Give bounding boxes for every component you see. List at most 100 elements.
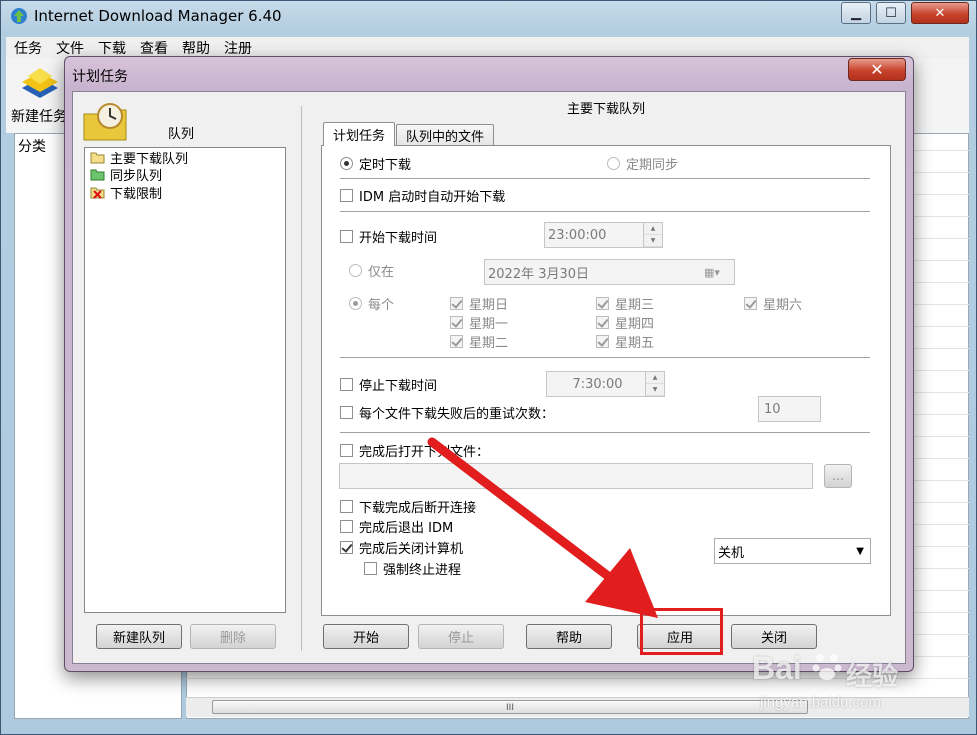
start-time-spinner[interactable]: 23:00:00 ▲ ▼ — [544, 222, 663, 248]
idm-app-icon — [11, 8, 27, 24]
one-time-option[interactable]: 定时下载 — [340, 155, 412, 173]
queue-item-label: 下载限制 — [110, 187, 163, 202]
periodic-sync-radio[interactable] — [607, 156, 620, 170]
maximize-button[interactable]: ☐ — [876, 2, 906, 24]
day-checkbox[interactable] — [744, 296, 757, 310]
stop-time-label: 停止下载时间 — [359, 378, 438, 394]
every-radio[interactable] — [349, 296, 362, 310]
day-label: 星期一 — [469, 316, 509, 332]
tab-files-in-queue[interactable]: 队列中的文件 — [396, 124, 494, 146]
menu-task[interactable]: 任务 — [14, 38, 42, 58]
start-on-startup-option[interactable]: IDM 启动时自动开始下载 — [340, 187, 506, 205]
one-time-radio[interactable] — [340, 156, 353, 170]
menu-view[interactable]: 查看 — [140, 38, 168, 58]
day-sun[interactable]: 星期日 — [450, 295, 509, 313]
day-checkbox[interactable] — [450, 334, 463, 348]
queue-item-limit[interactable]: 下载限制 — [90, 184, 163, 202]
calendar-dropdown-icon[interactable]: ▦▾ — [704, 266, 734, 279]
day-checkbox[interactable] — [596, 315, 609, 329]
category-header: 分类 — [18, 139, 46, 155]
new-queue-button[interactable]: 新建队列 — [96, 624, 182, 649]
minimize-button[interactable]: ▁ — [841, 2, 871, 24]
retry-count-value: 10 — [764, 401, 781, 417]
sync-folder-icon — [90, 169, 105, 181]
day-tue[interactable]: 星期二 — [450, 333, 508, 351]
tab-schedule[interactable]: 计划任务 — [323, 122, 395, 146]
window-close-button[interactable]: ✕ — [911, 2, 969, 24]
window-title: Internet Download Manager 6.40 — [34, 7, 282, 25]
queue-list[interactable] — [84, 147, 286, 613]
folder-x-icon — [90, 187, 105, 199]
open-file-checkbox[interactable] — [340, 443, 353, 457]
delete-queue-button[interactable]: 删除 — [190, 624, 276, 649]
retry-count-input[interactable]: 10 — [758, 396, 821, 422]
shutdown-checkbox[interactable] — [340, 540, 353, 554]
stop-time-value: 7:30:00 — [572, 376, 623, 392]
folder-icon — [90, 152, 105, 164]
new-task-label[interactable]: 新建任务 — [11, 106, 67, 126]
start-button[interactable]: 开始 — [323, 624, 409, 649]
separator — [340, 178, 870, 179]
close-button[interactable]: 关闭 — [731, 624, 817, 649]
only-on-radio[interactable] — [349, 263, 362, 277]
close-icon: ✕ — [934, 5, 946, 21]
new-task-icon[interactable] — [18, 64, 62, 104]
start-time-value: 23:00:00 — [548, 227, 607, 243]
spinner-arrows[interactable]: ▲ ▼ — [643, 223, 662, 247]
day-fri[interactable]: 星期五 — [596, 333, 655, 351]
annotation-arrow — [427, 437, 658, 618]
spinner-arrows[interactable]: ▲ ▼ — [645, 372, 664, 396]
day-label: 星期四 — [615, 316, 655, 332]
date-value: 2022年 3月30日 — [488, 266, 590, 282]
retry-option[interactable]: 每个文件下载失败后的重试次数： — [340, 404, 555, 422]
periodic-sync-label: 定期同步 — [626, 157, 679, 173]
day-label: 星期六 — [763, 297, 803, 313]
day-label: 星期五 — [615, 335, 655, 351]
maximize-icon: ☐ — [885, 5, 897, 21]
stop-time-option[interactable]: 停止下载时间 — [340, 376, 438, 394]
retry-checkbox[interactable] — [340, 405, 353, 419]
day-sat[interactable]: 星期六 — [744, 295, 803, 313]
day-checkbox[interactable] — [450, 296, 463, 310]
date-picker[interactable]: 2022年 3月30日 ▦▾ — [484, 259, 735, 285]
scrollbar-thumb[interactable]: III — [212, 700, 808, 714]
day-checkbox[interactable] — [596, 296, 609, 310]
day-checkbox[interactable] — [450, 315, 463, 329]
start-on-startup-checkbox[interactable] — [340, 188, 353, 202]
queue-item-sync[interactable]: 同步队列 — [90, 166, 163, 184]
start-time-option[interactable]: 开始下载时间 — [340, 228, 438, 246]
exit-idm-checkbox[interactable] — [340, 519, 353, 533]
only-on-option[interactable]: 仅在 — [349, 262, 394, 280]
day-wed[interactable]: 星期三 — [596, 295, 654, 313]
every-label: 每个 — [368, 297, 395, 313]
periodic-sync-option[interactable]: 定期同步 — [607, 155, 679, 173]
start-on-startup-label: IDM 启动时自动开始下载 — [359, 189, 506, 205]
menu-file[interactable]: 文件 — [56, 38, 84, 58]
divider — [301, 106, 302, 651]
day-mon[interactable]: 星期一 — [450, 314, 509, 332]
start-time-checkbox[interactable] — [340, 229, 353, 243]
queue-item-label: 同步队列 — [110, 169, 163, 184]
queue-item-main[interactable]: 主要下载队列 — [90, 149, 188, 167]
hang-up-checkbox[interactable] — [340, 499, 353, 513]
browse-button[interactable]: ... — [824, 464, 852, 488]
start-time-label: 开始下载时间 — [359, 230, 438, 246]
retry-label: 每个文件下载失败后的重试次数： — [359, 406, 555, 422]
day-thu[interactable]: 星期四 — [596, 314, 655, 332]
day-checkbox[interactable] — [596, 334, 609, 348]
stop-time-checkbox[interactable] — [340, 377, 353, 391]
stop-time-spinner[interactable]: 7:30:00 ▲ ▼ — [546, 371, 665, 397]
menu-register[interactable]: 注册 — [224, 38, 252, 58]
watermark-url: jingyan.baidu.com — [760, 694, 881, 711]
day-label: 星期日 — [469, 297, 509, 313]
one-time-label: 定时下载 — [359, 157, 412, 173]
every-option[interactable]: 每个 — [349, 295, 395, 313]
minimize-icon: ▁ — [851, 5, 861, 21]
menu-help[interactable]: 帮助 — [182, 38, 210, 58]
dialog-close-button[interactable]: ✕ — [848, 58, 906, 81]
shutdown-type-select[interactable]: 关机 ▼ — [714, 538, 871, 564]
shutdown-type-value: 关机 — [718, 545, 745, 561]
force-terminate-checkbox[interactable] — [364, 561, 377, 575]
menu-download[interactable]: 下载 — [98, 38, 126, 58]
paw-icon — [812, 654, 842, 680]
